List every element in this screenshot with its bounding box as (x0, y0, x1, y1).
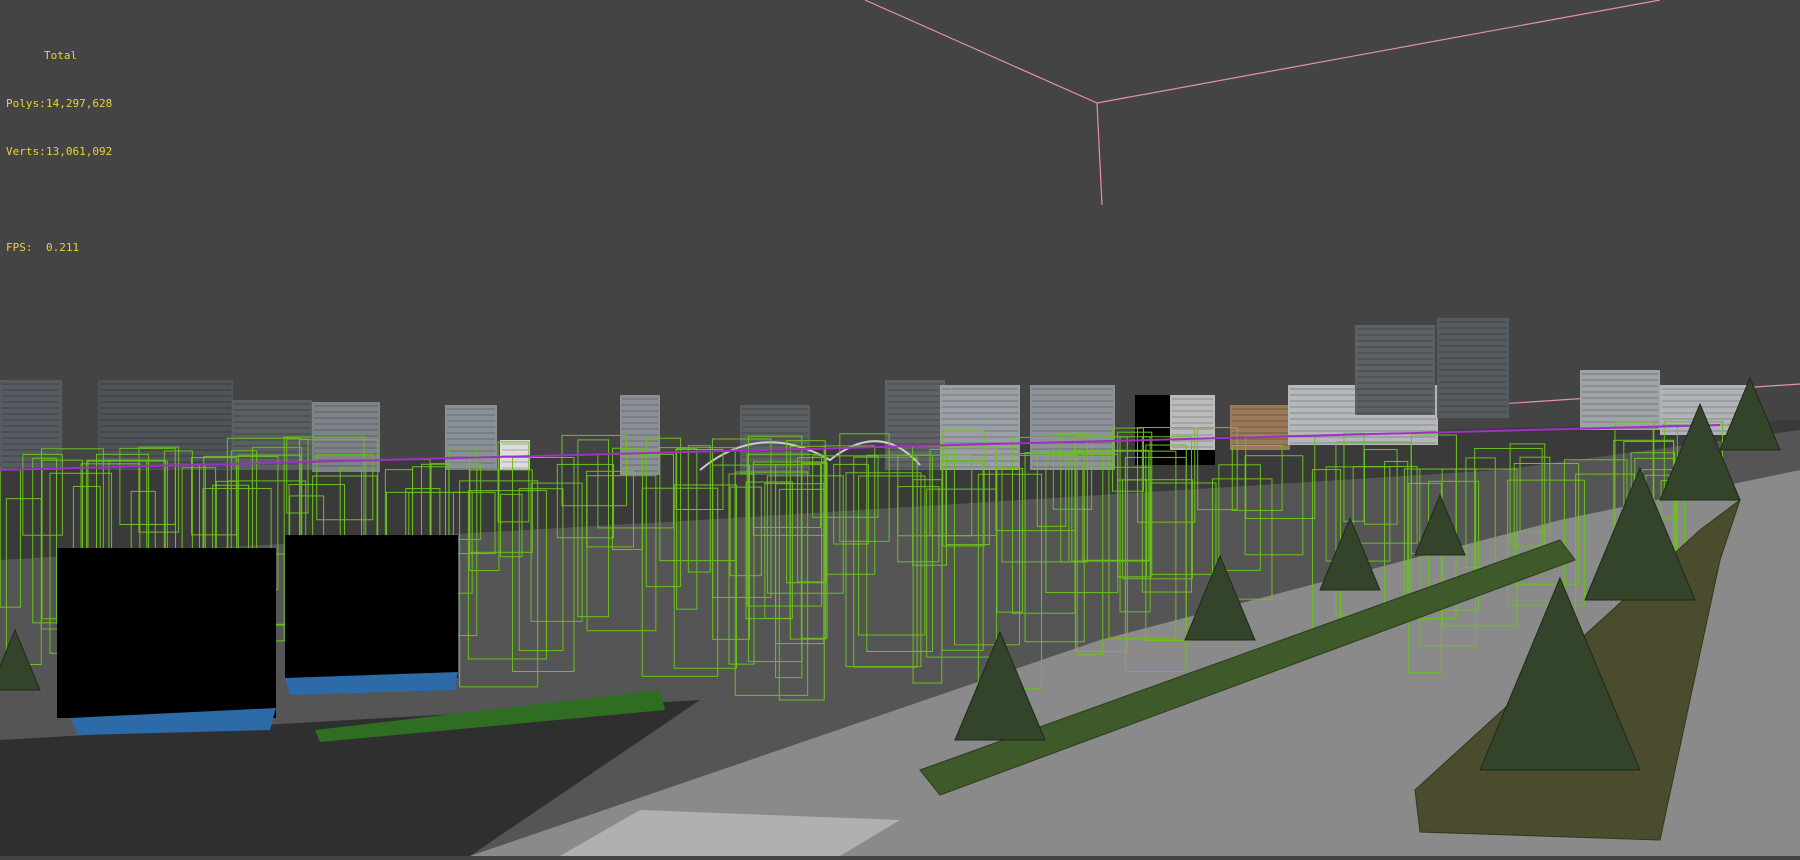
verts-label: Verts: (6, 145, 46, 158)
building (1437, 318, 1509, 418)
verts-value: 13,061,092 (46, 145, 113, 158)
building (940, 385, 1020, 470)
polys-label: Polys: (6, 97, 46, 110)
stats-header: Total (44, 49, 78, 62)
scene-render[interactable] (0, 0, 1800, 856)
building (1030, 385, 1115, 470)
billboard-block-1 (57, 548, 276, 718)
3d-viewport[interactable]: Total Polys: 14,297,628 Verts: 13,061,092 … (0, 0, 1800, 856)
billboard-block-2 (285, 535, 458, 678)
fps-value: 0.211 (46, 241, 80, 254)
viewport-statistics: Total Polys: 14,297,628 Verts: 13,061,092 … (6, 16, 112, 288)
polys-value: 14,297,628 (46, 97, 113, 110)
fps-label: FPS: (6, 241, 33, 254)
building (1580, 370, 1660, 430)
